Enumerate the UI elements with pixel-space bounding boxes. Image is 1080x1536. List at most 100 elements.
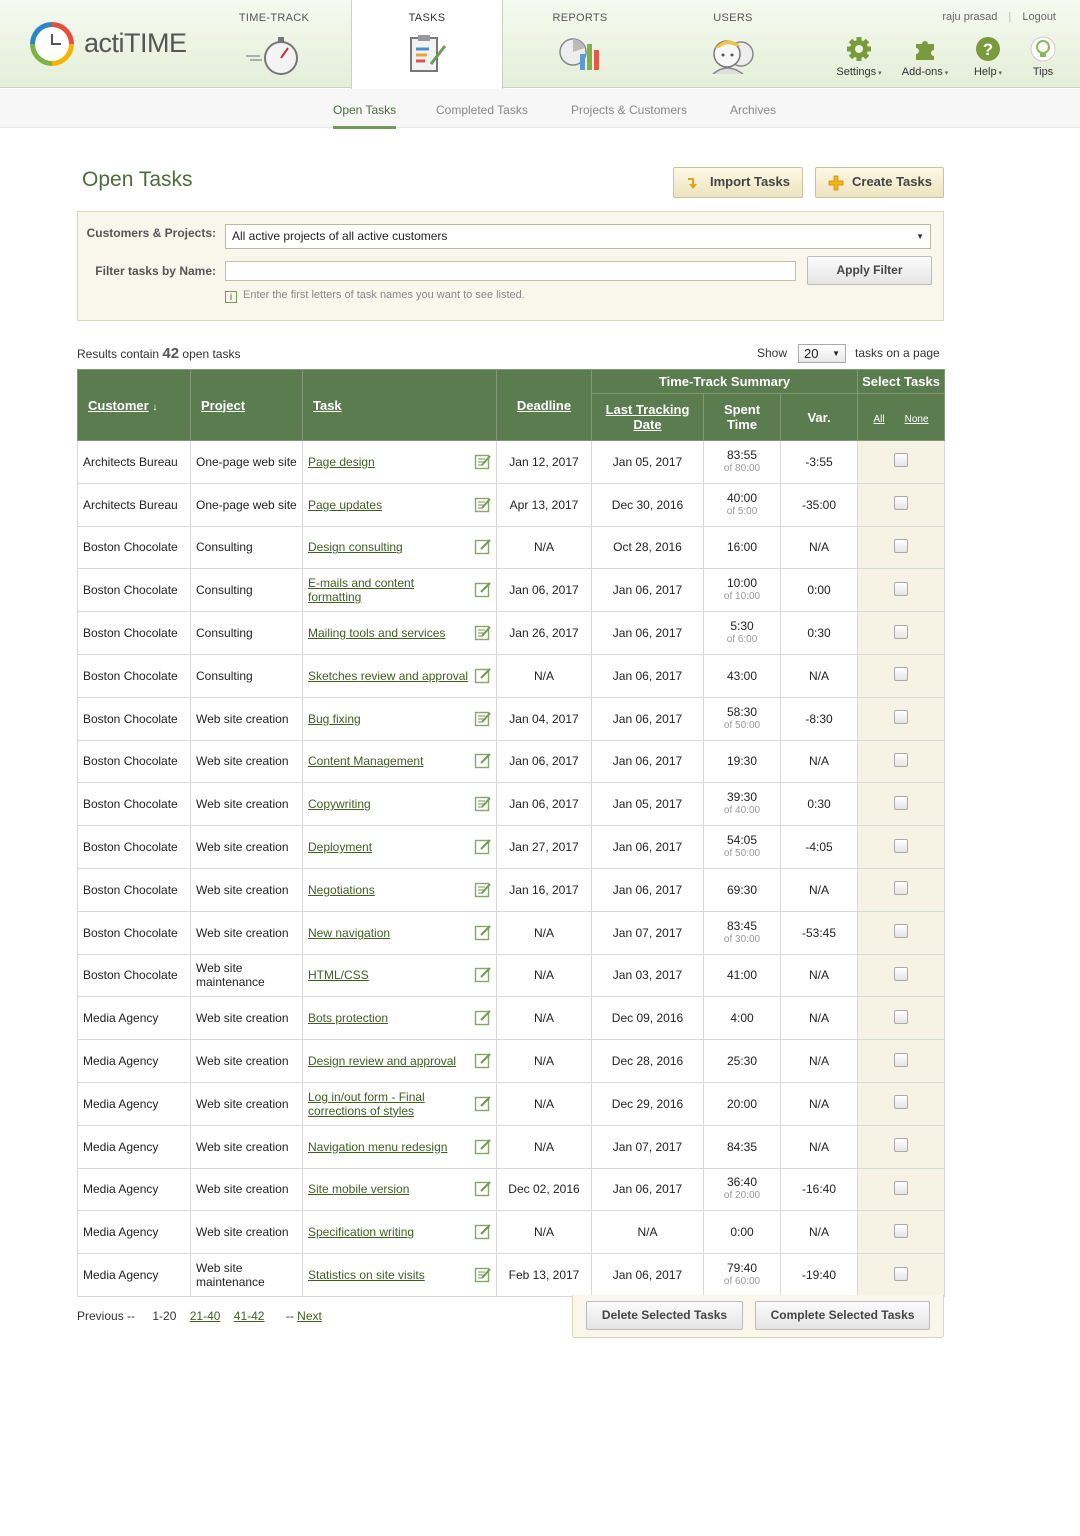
import-tasks-button[interactable]: Import Tasks xyxy=(673,167,803,198)
task-select-checkbox[interactable] xyxy=(894,1138,909,1153)
task-select-checkbox[interactable] xyxy=(894,752,909,767)
task-name-link[interactable]: E-mails and content formatting xyxy=(308,576,414,604)
nav-tab-users[interactable]: USERS xyxy=(657,0,809,88)
filter-by-name-input[interactable] xyxy=(225,261,796,281)
task-edit-icon[interactable] xyxy=(474,966,492,987)
task-select-checkbox[interactable] xyxy=(894,1223,909,1238)
task-name-link[interactable]: Sketches review and approval xyxy=(308,669,468,683)
task-name-link[interactable]: Copywriting xyxy=(308,797,371,811)
nav-tab-reports[interactable]: REPORTS xyxy=(504,0,656,88)
task-name-link[interactable]: Navigation menu redesign xyxy=(308,1140,447,1154)
task-select-checkbox[interactable] xyxy=(894,710,909,725)
task-name-link[interactable]: Bots protection xyxy=(308,1011,388,1025)
settings-menu[interactable]: Settings ▾ xyxy=(833,36,885,78)
next-page-link[interactable]: Next xyxy=(297,1309,322,1323)
column-header-project[interactable]: Project xyxy=(190,369,303,441)
subtab-archives[interactable]: Archives xyxy=(730,103,776,126)
task-select-checkbox[interactable] xyxy=(894,1052,909,1067)
task-edit-icon[interactable] xyxy=(474,1138,492,1159)
task-select-checkbox[interactable] xyxy=(894,1266,909,1281)
task-notes-edit-icon[interactable] xyxy=(474,795,492,816)
task-notes-edit-icon[interactable] xyxy=(474,496,492,517)
task-select-checkbox[interactable] xyxy=(894,496,909,511)
task-select-checkbox[interactable] xyxy=(894,1095,909,1110)
task-name-link[interactable]: Specification writing xyxy=(308,1225,414,1239)
nav-tab-time-track[interactable]: TIME-TRACK xyxy=(198,0,350,88)
task-name-link[interactable]: Site mobile version xyxy=(308,1182,409,1196)
task-notes-edit-icon[interactable] xyxy=(474,881,492,902)
logout-link[interactable]: Logout xyxy=(1022,11,1056,23)
customers-projects-select[interactable]: All active projects of all active custom… xyxy=(225,224,931,249)
task-select-checkbox[interactable] xyxy=(894,453,909,468)
task-edit-icon[interactable] xyxy=(474,924,492,945)
column-header-task[interactable]: Task xyxy=(302,369,497,441)
select-all-link[interactable]: All xyxy=(874,414,885,425)
task-notes-edit-icon[interactable] xyxy=(474,710,492,731)
task-name-link[interactable]: Content Management xyxy=(308,754,423,768)
task-name-link[interactable]: Log in/out form - Final corrections of s… xyxy=(308,1090,425,1118)
task-edit-icon[interactable] xyxy=(474,838,492,859)
task-select-checkbox[interactable] xyxy=(894,538,909,553)
user-name-link[interactable]: raju prasad xyxy=(942,11,997,23)
tips-menu[interactable]: Tips xyxy=(1027,36,1059,78)
create-tasks-button[interactable]: Create Tasks xyxy=(815,167,944,198)
task-select-checkbox[interactable] xyxy=(894,1009,909,1024)
deadline-cell: Jan 16, 2017 xyxy=(496,867,592,912)
task-select-checkbox[interactable] xyxy=(894,966,909,981)
task-name-link[interactable]: HTML/CSS xyxy=(308,968,369,982)
subtab-completed-tasks[interactable]: Completed Tasks xyxy=(436,103,528,126)
column-header-deadline[interactable]: Deadline xyxy=(496,369,592,441)
select-none-link[interactable]: None xyxy=(905,414,929,425)
task-edit-icon[interactable] xyxy=(474,1223,492,1244)
subtab-open-tasks[interactable]: Open Tasks xyxy=(333,103,397,129)
spent-time-value: 0:00 xyxy=(730,1225,754,1240)
task-edit-icon[interactable] xyxy=(474,667,492,688)
task-edit-icon[interactable] xyxy=(474,581,492,602)
task-edit-icon[interactable] xyxy=(474,1095,492,1116)
task-edit-icon[interactable] xyxy=(474,1052,492,1073)
task-name-link[interactable]: Page design xyxy=(308,455,375,469)
task-notes-edit-icon[interactable] xyxy=(474,453,492,474)
subtab-projects-customers[interactable]: Projects & Customers xyxy=(571,103,687,126)
actitime-logo[interactable]: actiTIME xyxy=(30,22,220,66)
task-select-checkbox[interactable] xyxy=(894,924,909,939)
task-select-checkbox[interactable] xyxy=(894,1180,909,1195)
task-row: Media Agency Web site creation Site mobile… xyxy=(77,1167,946,1212)
task-name-link[interactable]: Statistics on site visits xyxy=(308,1268,425,1282)
task-select-checkbox[interactable] xyxy=(894,838,909,853)
task-name-link[interactable]: Design review and approval xyxy=(308,1054,456,1068)
task-name-link[interactable]: Deployment xyxy=(308,840,372,854)
task-notes-edit-icon[interactable] xyxy=(474,624,492,645)
page-size-select[interactable]: 20 ▼ xyxy=(798,344,846,363)
task-edit-icon[interactable] xyxy=(474,538,492,559)
task-name-link[interactable]: Bug fixing xyxy=(308,712,361,726)
task-select-checkbox[interactable] xyxy=(894,795,909,810)
select-cell xyxy=(857,611,946,655)
select-cell xyxy=(857,696,946,741)
task-name-link[interactable]: Design consulting xyxy=(308,540,403,554)
task-select-checkbox[interactable] xyxy=(894,881,909,896)
complete-selected-tasks-button[interactable]: Complete Selected Tasks xyxy=(755,1301,930,1330)
task-name-link[interactable]: Page updates xyxy=(308,498,382,512)
task-name-link[interactable]: New navigation xyxy=(308,926,390,940)
task-edit-icon[interactable] xyxy=(474,1180,492,1201)
column-header-customer[interactable]: Customer ↓ xyxy=(77,369,191,441)
help-menu[interactable]: ? Help ▾ xyxy=(968,36,1008,78)
task-select-checkbox[interactable] xyxy=(894,667,909,682)
task-select-checkbox[interactable] xyxy=(894,624,909,639)
task-edit-icon[interactable] xyxy=(474,1009,492,1030)
task-name-link[interactable]: Mailing tools and services xyxy=(308,626,445,640)
task-notes-edit-icon[interactable] xyxy=(474,1266,492,1287)
page-link-41-42[interactable]: 41-42 xyxy=(234,1309,265,1323)
task-edit-icon[interactable] xyxy=(474,752,492,773)
page-link-21-40[interactable]: 21-40 xyxy=(190,1309,221,1323)
task-select-checkbox[interactable] xyxy=(894,581,909,596)
column-header-last-tracking-date[interactable]: Last Tracking Date xyxy=(591,393,704,441)
spent-time-value: 79:40 xyxy=(726,1261,758,1276)
task-row: Media Agency Web site creation Navigation … xyxy=(77,1124,946,1169)
add-ons-menu[interactable]: Add-ons ▾ xyxy=(899,36,951,78)
nav-tab-tasks[interactable]: TASKS xyxy=(351,0,503,89)
apply-filter-button[interactable]: Apply Filter xyxy=(807,256,932,285)
task-name-link[interactable]: Negotiations xyxy=(308,883,375,897)
delete-selected-tasks-button[interactable]: Delete Selected Tasks xyxy=(586,1301,743,1330)
